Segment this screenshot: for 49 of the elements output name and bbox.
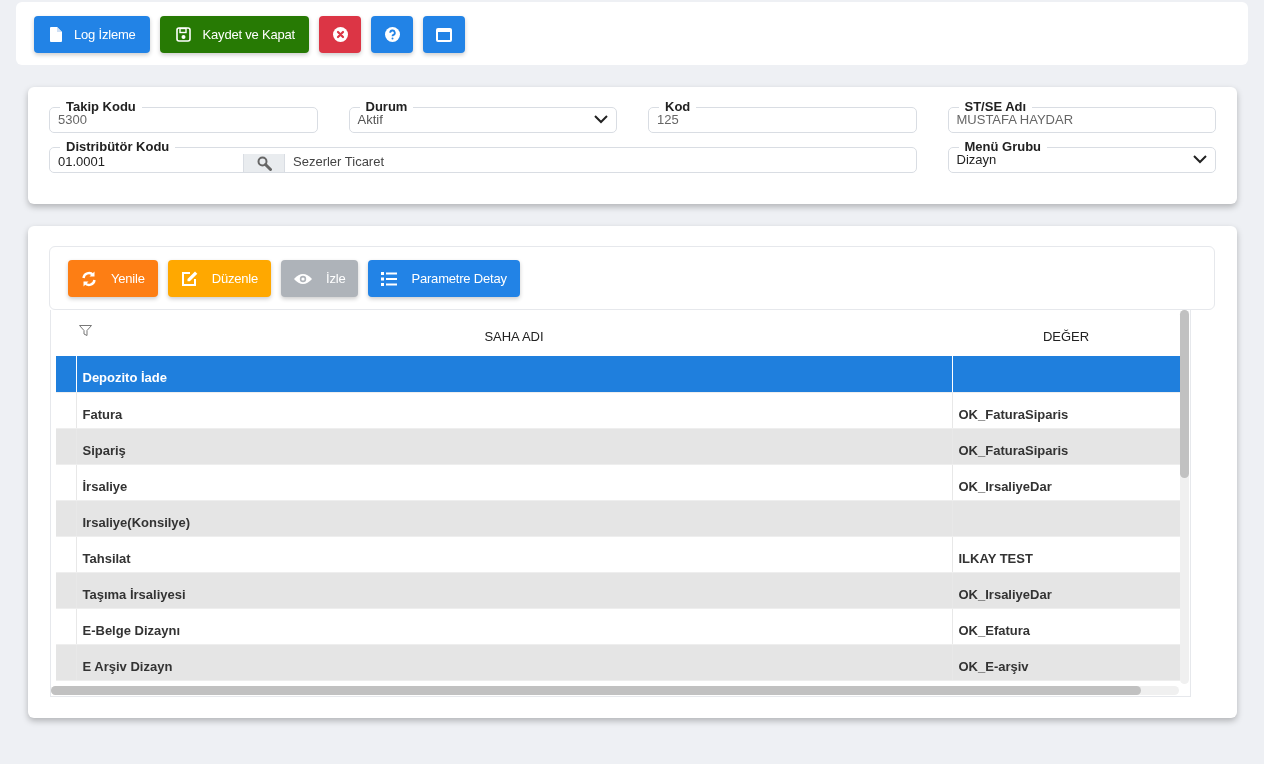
search-button[interactable]: [243, 154, 285, 172]
text-field[interactable]: ST/SE Adı MUSTAFA HAYDAR: [947, 100, 1216, 133]
table-cell: Tahsilat: [76, 536, 952, 572]
refresh-icon: [81, 270, 97, 287]
dropdown[interactable]: Durum Aktif: [348, 100, 617, 133]
field-label: Kod: [664, 100, 692, 114]
close-icon: [332, 27, 348, 42]
parameter-detail-button[interactable]: Parametre Detay: [368, 260, 520, 297]
log-button[interactable]: Log İzleme: [34, 16, 150, 53]
name-value: Sezerler Ticaret: [292, 154, 385, 171]
list-icon: [381, 271, 398, 286]
field-label: ST/SE Adı: [963, 100, 1028, 114]
table-cell: Irsaliye(Konsilye): [76, 500, 952, 536]
dropdown[interactable]: Menü Grubu Dizayn: [947, 140, 1216, 173]
table-cell: Sipariş: [76, 428, 952, 464]
close-button[interactable]: [319, 16, 361, 53]
window-button[interactable]: [423, 16, 465, 53]
text-field[interactable]: Takip Kodu 5300: [49, 100, 318, 133]
table-cell: Fatura: [76, 392, 952, 428]
chevron-down-icon: [1193, 155, 1207, 164]
table-cell: İrsaliye: [76, 464, 952, 500]
column-header[interactable]: SAHA ADI: [76, 310, 952, 356]
file-icon: [50, 27, 62, 42]
window-icon: [436, 27, 452, 42]
table-cell: OK_E-arşiv: [952, 644, 1180, 680]
table-cell: Taşıma İrsaliyesi: [76, 572, 952, 608]
help-button[interactable]: [371, 16, 413, 53]
field-label: Durum: [364, 100, 409, 114]
horizontal-scrollbar[interactable]: [51, 686, 1179, 695]
chevron-down-icon: [594, 115, 608, 124]
vertical-scrollbar[interactable]: [1180, 310, 1189, 684]
table-cell: E Arşiv Dizayn: [76, 644, 952, 680]
help-icon: [384, 27, 400, 42]
text-field[interactable]: Kod 125: [648, 100, 917, 133]
save-close-button[interactable]: Kaydet ve Kapat: [159, 16, 309, 53]
search-icon: [256, 155, 272, 171]
table-cell: OK_FaturaSiparis: [952, 428, 1180, 464]
field-label: Takip Kodu: [65, 100, 137, 114]
table-cell: OK_IrsaliyeDar: [952, 572, 1180, 608]
filter-icon[interactable]: [79, 325, 92, 337]
field-label: Distribütör Kodu: [65, 140, 171, 154]
field-label: Menü Grubu: [963, 140, 1043, 154]
edit-icon: [180, 270, 198, 287]
column-header[interactable]: DEĞER: [952, 310, 1180, 356]
table-cell: E-Belge Dizaynı: [76, 608, 952, 644]
table-cell: Depozito İade: [76, 356, 952, 392]
lookup-field[interactable]: Distribütör Kodu 01.0001 Sezerler Ticaret: [49, 140, 917, 173]
code-value: 01.0001: [57, 154, 106, 171]
eye-icon: [294, 272, 313, 285]
